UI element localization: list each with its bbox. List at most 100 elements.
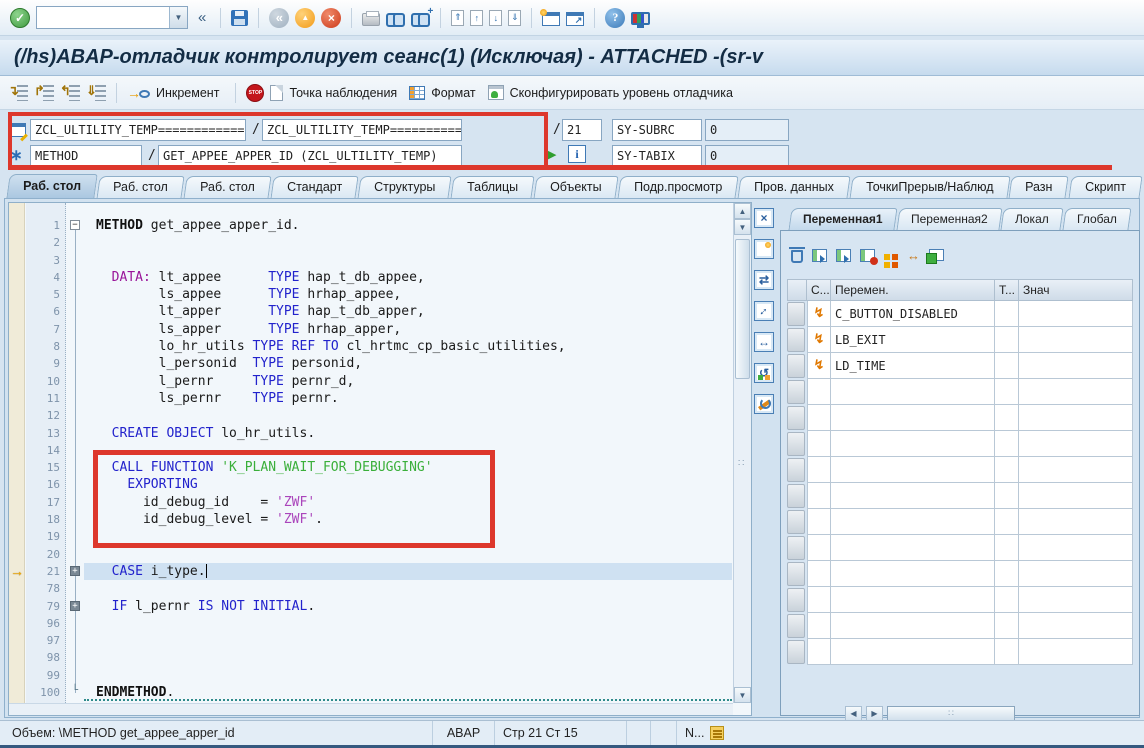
line-number[interactable]: 14 (26, 442, 66, 459)
sy-subrc-label-field[interactable]: SY-SUBRC (612, 119, 702, 141)
remove-row-icon[interactable] (860, 249, 875, 262)
breakpoint-margin[interactable] (9, 203, 25, 703)
code-line-79[interactable]: 79+ IF l_pernr IS NOT INITIAL. (26, 598, 732, 615)
scroll-right-icon[interactable]: ▶ (866, 706, 883, 721)
step-return-icon[interactable]: ↰ (60, 85, 80, 101)
variable-value-cell[interactable] (1019, 587, 1133, 613)
first-page-icon[interactable]: ⇑ (451, 10, 464, 26)
code-text[interactable]: lo_hr_utils TYPE REF TO cl_hrtmc_cp_basi… (84, 338, 732, 355)
variable-type-cell[interactable] (995, 483, 1019, 509)
increment-button[interactable]: Инкремент (156, 86, 219, 100)
variable-row-empty[interactable] (787, 405, 1133, 431)
code-line-21[interactable]: 21+ CASE i_type. (26, 563, 732, 580)
line-number[interactable]: 100 (26, 684, 66, 701)
code-line-13[interactable]: 13 CREATE OBJECT lo_hr_utils. (26, 425, 732, 442)
row-selector[interactable] (787, 380, 805, 404)
variable-row-empty[interactable] (787, 509, 1133, 535)
header-changed[interactable]: С... (807, 279, 831, 301)
goto-statement-icon[interactable]: ▶ (548, 148, 556, 161)
variable-type-cell[interactable] (995, 587, 1019, 613)
variables-tab-2[interactable]: Переменная2 (896, 208, 1002, 230)
export-table-icon[interactable] (812, 249, 827, 262)
variable-name-cell[interactable] (831, 405, 995, 431)
row-selector[interactable] (787, 614, 805, 638)
variable-value-cell[interactable] (1019, 431, 1133, 457)
code-line-100[interactable]: 100└ENDMETHOD. (26, 684, 732, 701)
line-number[interactable]: 8 (26, 338, 66, 355)
scrollbar-thumb[interactable] (735, 239, 750, 379)
line-number[interactable]: 18 (26, 511, 66, 528)
step-over-icon[interactable]: ↱ (34, 85, 54, 101)
code-text[interactable]: CASE i_type. (84, 563, 732, 580)
variables-tab-1[interactable]: Переменная1 (788, 208, 897, 230)
line-number[interactable]: 9 (26, 355, 66, 372)
main-tab-1[interactable]: Раб. стол (6, 174, 97, 199)
row-selector[interactable] (787, 562, 805, 586)
line-number[interactable]: 20 (26, 546, 66, 563)
line-number[interactable]: 19 (26, 528, 66, 545)
status-doc-icon[interactable] (710, 726, 724, 740)
variable-name-cell[interactable] (831, 431, 995, 457)
row-selector[interactable] (787, 536, 805, 560)
code-line-4[interactable]: 4 DATA: lt_appee TYPE hap_t_db_appee, (26, 269, 732, 286)
scroll-down-icon[interactable]: ▼ (734, 687, 751, 703)
customize-layout-icon[interactable] (631, 12, 650, 25)
variable-name-cell[interactable] (831, 613, 995, 639)
fold-column[interactable]: + (66, 563, 84, 580)
command-field[interactable]: ▼ (36, 6, 188, 29)
collapse-icon[interactable]: − (70, 220, 80, 230)
variable-value-cell[interactable] (1019, 535, 1133, 561)
row-selector[interactable] (787, 354, 805, 378)
configure-debug-level-icon[interactable] (488, 85, 504, 100)
status-notification[interactable]: N... (677, 721, 747, 745)
watchpoint-icon[interactable] (270, 85, 283, 101)
code-line-12[interactable]: 12 (26, 407, 732, 424)
watchpoint-button[interactable]: Точка наблюдения (289, 86, 397, 100)
variable-row[interactable]: ↯C_BUTTON_DISABLED (787, 301, 1133, 327)
configure-debug-level-button[interactable]: Сконфигурировать уровень отладчика (510, 86, 733, 100)
code-text[interactable] (84, 580, 732, 597)
code-text[interactable]: ENDMETHOD. (84, 684, 732, 701)
create-shortcut-icon[interactable]: ↗ (566, 12, 584, 26)
line-number[interactable]: 97 (26, 632, 66, 649)
column-config-icon[interactable] (884, 254, 890, 260)
back-icon[interactable]: « (269, 8, 289, 28)
code-line-96[interactable]: 96 (26, 615, 732, 632)
variable-name-cell[interactable] (831, 379, 995, 405)
delete-variables-icon[interactable] (791, 250, 803, 263)
line-number[interactable]: 79 (26, 598, 66, 615)
main-tab-12[interactable]: Скрипт (1068, 176, 1142, 199)
line-number[interactable]: 7 (26, 321, 66, 338)
variable-name-cell[interactable] (831, 483, 995, 509)
line-number-field[interactable]: 21 (562, 119, 602, 141)
maximize-tool-icon[interactable]: ↕ (754, 301, 774, 321)
fold-column[interactable]: └ (66, 684, 84, 701)
new-window-tool-icon[interactable] (754, 239, 774, 259)
format-icon[interactable] (409, 86, 425, 100)
export-table-alt-icon[interactable] (836, 249, 851, 262)
row-selector[interactable] (787, 406, 805, 430)
row-selector[interactable] (787, 484, 805, 508)
line-number[interactable]: 13 (26, 425, 66, 442)
row-selector[interactable] (787, 640, 805, 664)
code-line-6[interactable]: 6 lt_apper TYPE hap_t_db_apper, (26, 303, 732, 320)
variable-name-cell[interactable] (831, 587, 995, 613)
variable-name-cell[interactable] (831, 535, 995, 561)
code-text[interactable]: DATA: lt_appee TYPE hap_t_db_appee, (84, 269, 732, 286)
variables-tab-3[interactable]: Локал (1001, 208, 1064, 230)
main-tab-3[interactable]: Раб. стол (183, 176, 271, 199)
variable-type-cell[interactable] (995, 457, 1019, 483)
line-number[interactable]: 17 (26, 494, 66, 511)
code-line-2[interactable]: 2 (26, 234, 732, 251)
code-text[interactable]: CREATE OBJECT lo_hr_utils. (84, 425, 732, 442)
editor-horizontal-scrollbar[interactable] (9, 703, 733, 715)
fit-width-tool-icon[interactable]: ↔ (754, 332, 774, 352)
line-number[interactable]: 1 (26, 217, 66, 234)
command-input[interactable] (37, 7, 169, 28)
code-text[interactable]: ls_pernr TYPE pernr. (84, 390, 732, 407)
find-next-icon[interactable]: + (411, 11, 430, 25)
variable-type-cell[interactable] (995, 379, 1019, 405)
editor-vertical-scrollbar[interactable]: ▲ ▼ ∷ ▼ (733, 203, 751, 703)
scroll-down-top-icon[interactable]: ▼ (734, 219, 751, 235)
code-line-97[interactable]: 97 (26, 632, 732, 649)
